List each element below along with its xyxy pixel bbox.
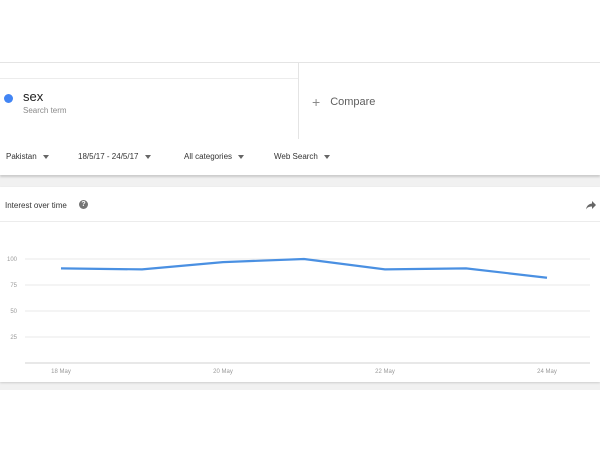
plus-icon: + — [312, 94, 321, 110]
term-color-dot — [4, 94, 13, 103]
term-divider — [0, 78, 298, 79]
caret-down-icon — [238, 154, 245, 159]
y-tick-label: 100 — [7, 257, 18, 263]
x-tick-label: 18 May — [51, 369, 71, 375]
date-range-label: 18/5/17 - 24/5/17 — [78, 152, 139, 161]
caret-down-icon — [144, 154, 151, 159]
search-term-card[interactable]: sex Search term — [0, 63, 299, 139]
caret-down-icon — [42, 154, 49, 159]
category-dropdown[interactable]: All categories — [184, 152, 245, 161]
search-term-label[interactable]: sex — [23, 89, 43, 104]
interest-over-time-card: Interest over time ? 25 50 75 100 18 May 20 M… — [0, 187, 600, 382]
caret-down-icon — [323, 154, 330, 159]
compare-button[interactable]: + Compare — [312, 94, 375, 110]
series-line[interactable] — [60, 257, 548, 279]
interest-chart: 25 50 75 100 18 May 20 May 22 May 24 May — [7, 257, 590, 375]
x-tick-label: 20 May — [213, 369, 233, 375]
x-tick-label: 24 May — [537, 369, 557, 375]
filter-bar: Pakistan 18/5/17 - 24/5/17 All categorie… — [0, 139, 600, 175]
y-tick-label: 25 — [10, 335, 17, 341]
date-range-dropdown[interactable]: 18/5/17 - 24/5/17 — [78, 152, 151, 161]
x-tick-label: 22 May — [375, 369, 395, 375]
y-tick-label: 50 — [10, 309, 17, 315]
category-label: All categories — [184, 152, 233, 161]
search-term-subtitle: Search term — [23, 106, 67, 115]
compare-label: Compare — [330, 96, 376, 108]
region-label: Pakistan — [6, 152, 37, 161]
search-type-label: Web Search — [274, 152, 318, 161]
search-type-dropdown[interactable]: Web Search — [274, 152, 330, 161]
region-dropdown[interactable]: Pakistan — [6, 152, 49, 161]
y-tick-label: 75 — [10, 283, 17, 289]
search-header: sex Search term + Compare — [0, 62, 600, 140]
